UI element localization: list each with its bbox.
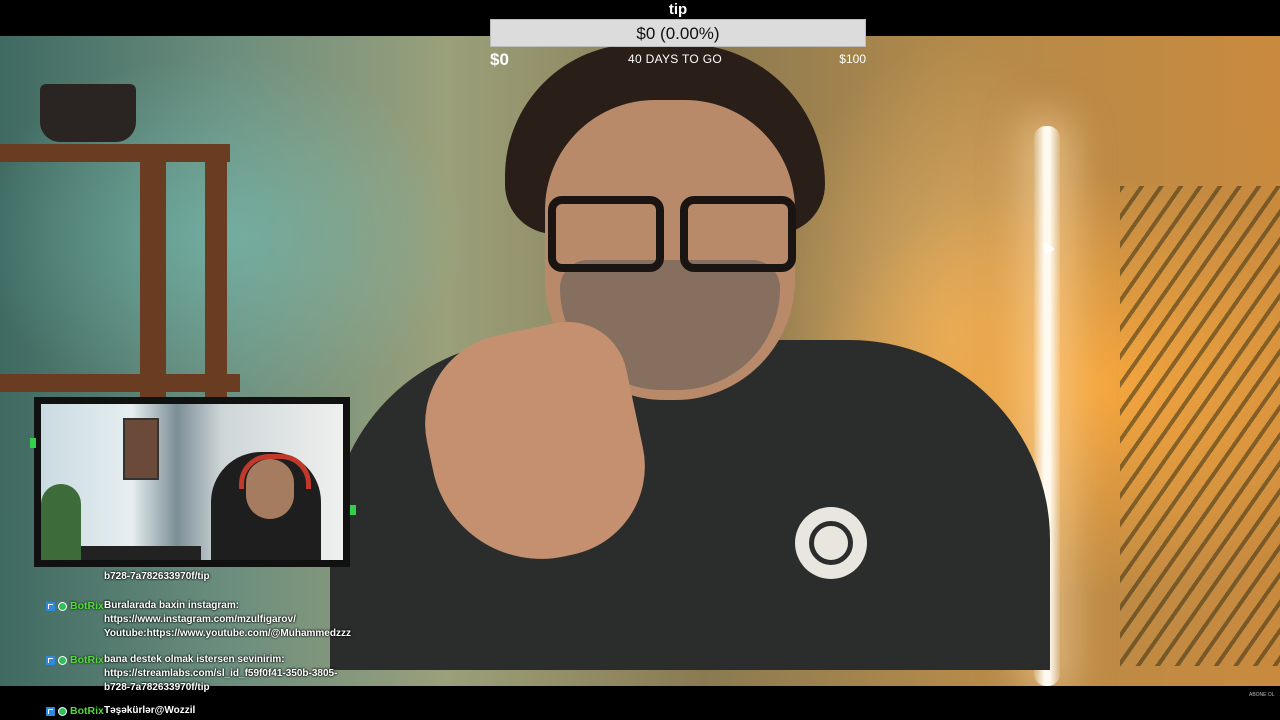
shirt-logo-icon [795, 507, 867, 579]
frame-corner-marker [30, 438, 36, 448]
headset-icon [239, 454, 311, 489]
chat-message-line: https://streamlabs.com/sl_id_f59f0f41-35… [104, 668, 338, 679]
shelf [0, 374, 240, 392]
webcam-plant [41, 484, 81, 560]
chat-message-line: Təşəkürlər@Wozzil [104, 705, 196, 716]
goal-days-remaining: 40 DAYS TO GO [628, 52, 722, 66]
chat-message-header: BotRix [46, 599, 104, 613]
shelf-post [205, 161, 227, 401]
frame-corner-marker [350, 505, 356, 515]
verified-bot-badge-icon [58, 706, 67, 716]
goal-title: tip [668, 1, 688, 18]
chat-message-line: b728-7a782633970f/tip [104, 682, 210, 693]
chat-message-header: BotRix [46, 704, 104, 718]
plant-pot [40, 84, 136, 142]
presenter-glasses [548, 196, 796, 272]
goal-progress-text: $0 (0.00%) [636, 24, 720, 43]
verified-bot-badge-icon [58, 655, 67, 665]
subscribe-watermark: ABONE OL [1249, 692, 1275, 698]
chat-username[interactable]: BotRix [70, 704, 104, 718]
chat-username[interactable]: BotRix [70, 653, 104, 667]
chat-username[interactable]: BotRix [70, 599, 104, 613]
webcam-keyboard [81, 546, 201, 560]
palm-leaves [1120, 186, 1280, 666]
webcam-feed [41, 404, 343, 560]
shelf-post [140, 144, 166, 404]
chat-message-line: Buralarada baxin instagram: [104, 600, 240, 611]
verified-bot-badge-icon [58, 601, 67, 611]
webcam-poster [123, 418, 159, 480]
moderator-badge-icon [46, 655, 55, 665]
chat-message-line: https://www.instagram.com/mzulfigarov/ [104, 614, 296, 625]
shelf [0, 144, 230, 162]
goal-min-label: $0 [490, 50, 509, 69]
goal-progress-bar: $0 (0.00%) [490, 19, 866, 47]
moderator-badge-icon [46, 601, 55, 611]
chat-message-line: bana destek olmak istersen sevinirim: [104, 654, 285, 665]
chat-message-line: Youtube:https://www.youtube.com/@Muhamme… [104, 628, 351, 639]
chat-message-header: BotRix [46, 653, 104, 667]
chat-message-line: b728-7a782633970f/tip [104, 571, 210, 582]
goal-max-label: $100 [839, 52, 866, 66]
webcam-overlay [34, 397, 350, 567]
moderator-badge-icon [46, 706, 55, 716]
